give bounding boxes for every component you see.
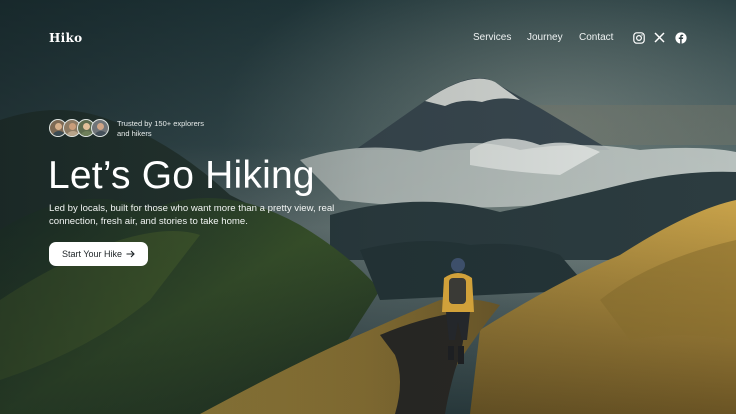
avatar — [91, 119, 109, 137]
arrow-right-icon — [126, 250, 135, 258]
top-navigation: Hiko Services Journey Contact — [0, 0, 736, 76]
nav-link-journey[interactable]: Journey — [527, 32, 563, 43]
instagram-icon[interactable] — [632, 31, 645, 44]
x-icon[interactable] — [653, 31, 666, 44]
nav-link-contact[interactable]: Contact — [579, 32, 613, 43]
hero-subtitle: Led by locals, built for those who want … — [49, 203, 335, 227]
facebook-icon[interactable] — [674, 31, 687, 44]
hero-title: Let’s Go Hiking — [48, 154, 315, 197]
start-your-hike-button[interactable]: Start Your Hike — [49, 242, 148, 266]
trust-text: Trusted by 150+ explorers and hikers — [117, 119, 205, 138]
brand-logo[interactable]: Hiko — [49, 31, 82, 45]
nav-link-services[interactable]: Services — [473, 32, 511, 43]
start-your-hike-label: Start Your Hike — [61, 249, 123, 259]
hero-section: Hiko Services Journey Contact Trusted by… — [0, 0, 736, 414]
